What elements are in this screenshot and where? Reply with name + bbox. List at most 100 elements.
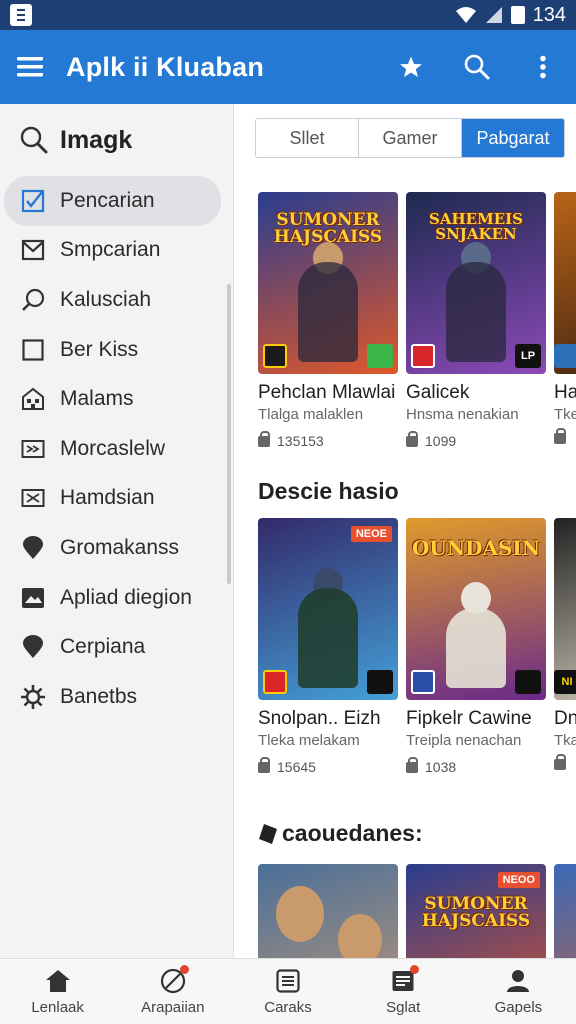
- bottom-navigation: Lenlaak Arapaiian Caraks Sglat Gapels: [0, 958, 576, 1024]
- tag-icon: [259, 823, 277, 844]
- navigation-drawer: Imagk Pencarian Smpcarian Kalusciah Ber …: [0, 104, 234, 958]
- publisher-badge-icon: [263, 344, 287, 368]
- app-cover-image: [554, 864, 576, 958]
- more-vert-icon[interactable]: [510, 30, 576, 104]
- nav-label: Arapaiian: [141, 999, 205, 1016]
- app-card[interactable]: NEOE Snolpan.. Eizh Tleka melakam 15645: [258, 518, 398, 775]
- cover-title: OUNDASIN: [411, 536, 541, 560]
- cover-figure-head: [276, 886, 324, 942]
- app-developer: Tleka melakam: [258, 732, 360, 749]
- download-count-icon: [554, 754, 566, 770]
- section-title: Descie hasio: [258, 478, 399, 504]
- nav-label: Sglat: [386, 999, 421, 1016]
- card-row-3: NEOO SUMONER HAJSCAISS: [258, 864, 576, 958]
- search-icon: [20, 126, 48, 154]
- app-cover-image: NEOO SUMONER HAJSCAISS: [406, 864, 546, 958]
- square-icon: [20, 337, 46, 363]
- app-developer: Tlalga malaklen: [258, 406, 364, 423]
- segment-gamer[interactable]: Gamer: [359, 119, 462, 157]
- nav-caraks[interactable]: Caraks: [230, 959, 345, 1024]
- drawer-item-ber-kiss[interactable]: Ber Kiss: [0, 325, 233, 375]
- person-icon: [504, 967, 532, 995]
- app-downloads: 135153: [258, 430, 398, 449]
- rating-badge-icon: [515, 670, 541, 694]
- app-card[interactable]: Ha Tke: [554, 192, 576, 449]
- drawer-search[interactable]: Imagk: [0, 104, 233, 176]
- cover-title: SUMONER HAJSCAISS: [273, 210, 383, 247]
- card-row-2: NEOE Snolpan.. Eizh Tleka melakam 15645 …: [258, 518, 576, 775]
- drawer-item-label: Gromakanss: [60, 535, 180, 559]
- drawer-item-label: Hamdsian: [60, 486, 155, 510]
- app-card[interactable]: SUMONER HAJSCAISS Pehclan Mlawlai Tlalga…: [258, 192, 398, 449]
- drawer-item-smpcarian[interactable]: Smpcarian: [0, 226, 233, 276]
- publisher-badge-icon: [411, 670, 435, 694]
- drawer-scrollbar[interactable]: [227, 284, 231, 584]
- drawer-item-kalusciah[interactable]: Kalusciah: [0, 275, 233, 325]
- section-title-row: caouedanes:: [258, 820, 423, 847]
- app-card[interactable]: NI Dn Tka: [554, 518, 576, 775]
- drawer-item-morcaslelw[interactable]: Morcaslelw: [0, 424, 233, 474]
- app-card[interactable]: OUNDASIN Fipkelr Cawine Treipla nenachan…: [406, 518, 546, 775]
- notification-dot: [410, 965, 420, 974]
- new-badge: NEOO: [497, 872, 540, 888]
- nav-label: Lenlaak: [31, 999, 84, 1016]
- drawer-item-label: Malams: [60, 387, 134, 411]
- drawer-item-apliad-diegion[interactable]: Apliad diegion: [0, 573, 233, 623]
- hamburger-icon[interactable]: [0, 30, 60, 104]
- drawer-item-cerpiana[interactable]: Cerpiana: [0, 622, 233, 672]
- star-icon[interactable]: [378, 30, 444, 104]
- new-badge: NEOE: [350, 526, 392, 542]
- segment-sllet[interactable]: Sllet: [256, 119, 359, 157]
- section-title: caouedanes:: [282, 820, 423, 846]
- drawer-item-pencarian[interactable]: Pencarian: [4, 176, 221, 226]
- checkbox-icon: [20, 188, 46, 214]
- download-count-icon: [258, 756, 270, 773]
- app-downloads: [554, 428, 576, 444]
- app-developer: Tke: [554, 406, 576, 423]
- download-count-icon: [258, 430, 270, 447]
- app-notification-icon: [10, 4, 32, 26]
- wifi-icon: [455, 7, 476, 23]
- drawer-item-gromakanss[interactable]: Gromakanss: [0, 523, 233, 573]
- app-bar: Aplk ii Kluaban: [0, 30, 576, 104]
- app-card[interactable]: [554, 864, 576, 958]
- rating-badge-icon: LP: [515, 344, 541, 368]
- nav-label: Gapels: [494, 999, 543, 1016]
- cover-figure: [298, 262, 358, 362]
- mail-icon: [20, 237, 46, 263]
- app-name: Snolpan.. Eizh: [258, 708, 381, 729]
- nav-lenlaak[interactable]: Lenlaak: [0, 959, 115, 1024]
- rating-badge-icon: NI: [554, 670, 576, 694]
- card-row-1: SUMONER HAJSCAISS Pehclan Mlawlai Tlalga…: [258, 192, 576, 449]
- rating-badge-icon: [554, 344, 576, 368]
- cover-figure: [446, 608, 506, 688]
- drawer-item-malams[interactable]: Malams: [0, 374, 233, 424]
- app-name: Ha: [554, 382, 576, 403]
- rating-badge-icon: [367, 670, 393, 694]
- app-card[interactable]: SAHEMEIS SNJAKEN LP Galicek Hnsma nenaki…: [406, 192, 546, 449]
- drawer-item-label: Smpcarian: [60, 238, 161, 262]
- battery-icon: [510, 6, 525, 24]
- nav-sglat[interactable]: Sglat: [346, 959, 461, 1024]
- download-count: 1038: [425, 759, 457, 775]
- cover-title: SUMONER HAJSCAISS: [421, 894, 531, 931]
- segmented-control: Sllet Gamer Pabgarat: [255, 118, 565, 158]
- app-card[interactable]: [258, 864, 398, 958]
- cover-figure: [446, 262, 506, 362]
- drawer-item-label: Morcaslelw: [60, 436, 166, 460]
- nav-arapaiian[interactable]: Arapaiian: [115, 959, 230, 1024]
- nav-gapels[interactable]: Gapels: [461, 959, 576, 1024]
- app-cover-image: [554, 192, 576, 374]
- drawer-item-label: Cerpiana: [60, 635, 146, 659]
- app-developer: Tka: [554, 732, 576, 749]
- pin-icon: [20, 634, 46, 660]
- publisher-badge-icon: [411, 344, 435, 368]
- drawer-item-hamdsian[interactable]: Hamdsian: [0, 474, 233, 524]
- drawer-item-banetbs[interactable]: Banetbs: [0, 672, 233, 722]
- segment-pabgarat[interactable]: Pabgarat: [462, 119, 564, 157]
- search-icon[interactable]: [444, 30, 510, 104]
- app-card[interactable]: NEOO SUMONER HAJSCAISS: [406, 864, 546, 958]
- cover-figure-head: [338, 914, 382, 958]
- building-icon: [20, 386, 46, 412]
- app-cover-image: SUMONER HAJSCAISS: [258, 192, 398, 374]
